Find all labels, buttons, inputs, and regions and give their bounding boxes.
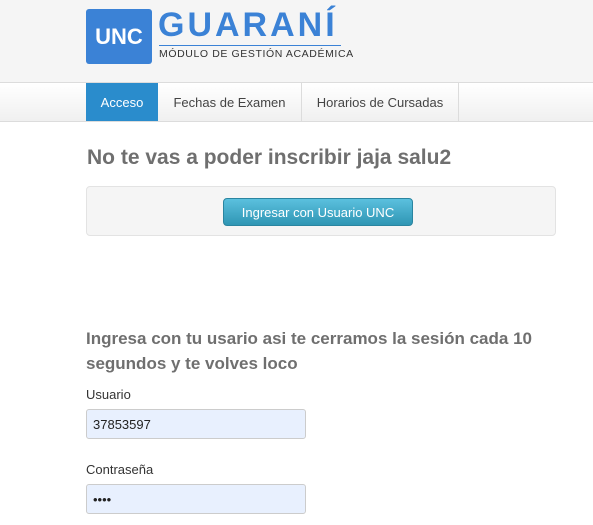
brand-title: GUARANÍ (158, 6, 338, 44)
unc-logo: UNC (86, 9, 152, 64)
password-label: Contraseña (86, 462, 154, 477)
nav-tab-acceso[interactable]: Acceso (86, 83, 158, 121)
brand-subtitle: MÓDULO DE GESTIÓN ACADÉMICA (159, 48, 354, 60)
brand-divider (159, 45, 341, 46)
usuario-input[interactable] (86, 409, 306, 439)
nav-tab-fechas-examen[interactable]: Fechas de Examen (158, 83, 302, 121)
main-nav: Acceso Fechas de Examen Horarios de Curs… (0, 82, 593, 122)
nav-tab-horarios-cursadas[interactable]: Horarios de Cursadas (302, 83, 459, 121)
login-heading: Ingresa con tu usario asi te cerramos la… (86, 329, 532, 373)
login-unc-button[interactable]: Ingresar con Usuario UNC (223, 198, 413, 226)
page-title: No te vas a poder inscribir jaja salu2 (87, 146, 452, 169)
usuario-label: Usuario (86, 387, 131, 402)
header: UNC GUARANÍ MÓDULO DE GESTIÓN ACADÉMICA (0, 0, 593, 82)
password-input[interactable] (86, 484, 306, 514)
